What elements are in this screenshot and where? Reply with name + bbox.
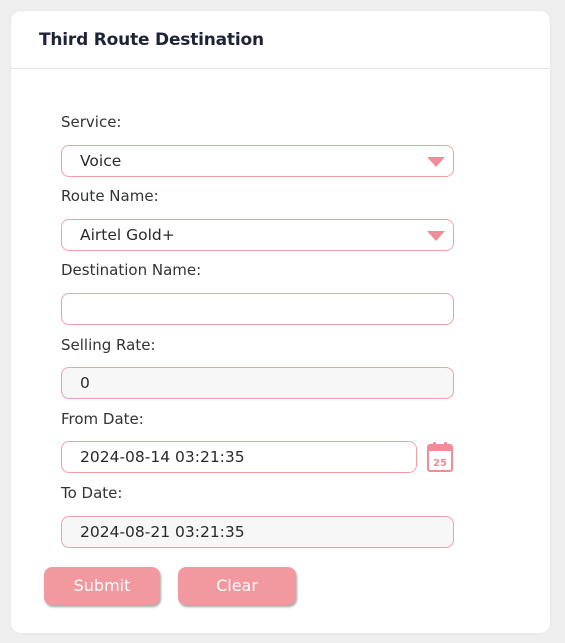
to-date-label: To Date: <box>61 484 123 502</box>
calendar-icon[interactable]: 25 <box>426 441 454 473</box>
from-date-value: 2024-08-14 03:21:35 <box>80 448 245 466</box>
to-date-input[interactable]: 2024-08-21 03:21:35 <box>61 516 454 548</box>
submit-button[interactable]: Submit <box>44 567 160 605</box>
card-header: Third Route Destination <box>11 11 550 69</box>
caret-down-icon <box>427 231 445 241</box>
service-select[interactable]: Voice <box>61 145 454 177</box>
from-date-input[interactable]: 2024-08-14 03:21:35 <box>61 441 417 473</box>
selling-rate-value: 0 <box>80 374 90 392</box>
card-title: Third Route Destination <box>39 30 264 50</box>
calendar-icon-day: 25 <box>433 458 447 469</box>
caret-down-icon <box>427 157 445 167</box>
from-date-label: From Date: <box>61 410 144 428</box>
route-destination-card: Third Route Destination Service: Voice R… <box>11 11 550 633</box>
route-name-select[interactable]: Airtel Gold+ <box>61 219 454 251</box>
service-select-value: Voice <box>80 152 122 170</box>
selling-rate-label: Selling Rate: <box>61 336 156 354</box>
route-name-select-value: Airtel Gold+ <box>80 226 175 244</box>
calendar-icon-graphic: 25 <box>427 442 453 472</box>
clear-button[interactable]: Clear <box>178 567 296 605</box>
to-date-value: 2024-08-21 03:21:35 <box>80 523 245 541</box>
destination-name-input[interactable] <box>61 293 454 325</box>
destination-name-label: Destination Name: <box>61 261 202 279</box>
selling-rate-input[interactable]: 0 <box>61 367 454 399</box>
service-label: Service: <box>61 113 122 131</box>
route-name-label: Route Name: <box>61 187 159 205</box>
